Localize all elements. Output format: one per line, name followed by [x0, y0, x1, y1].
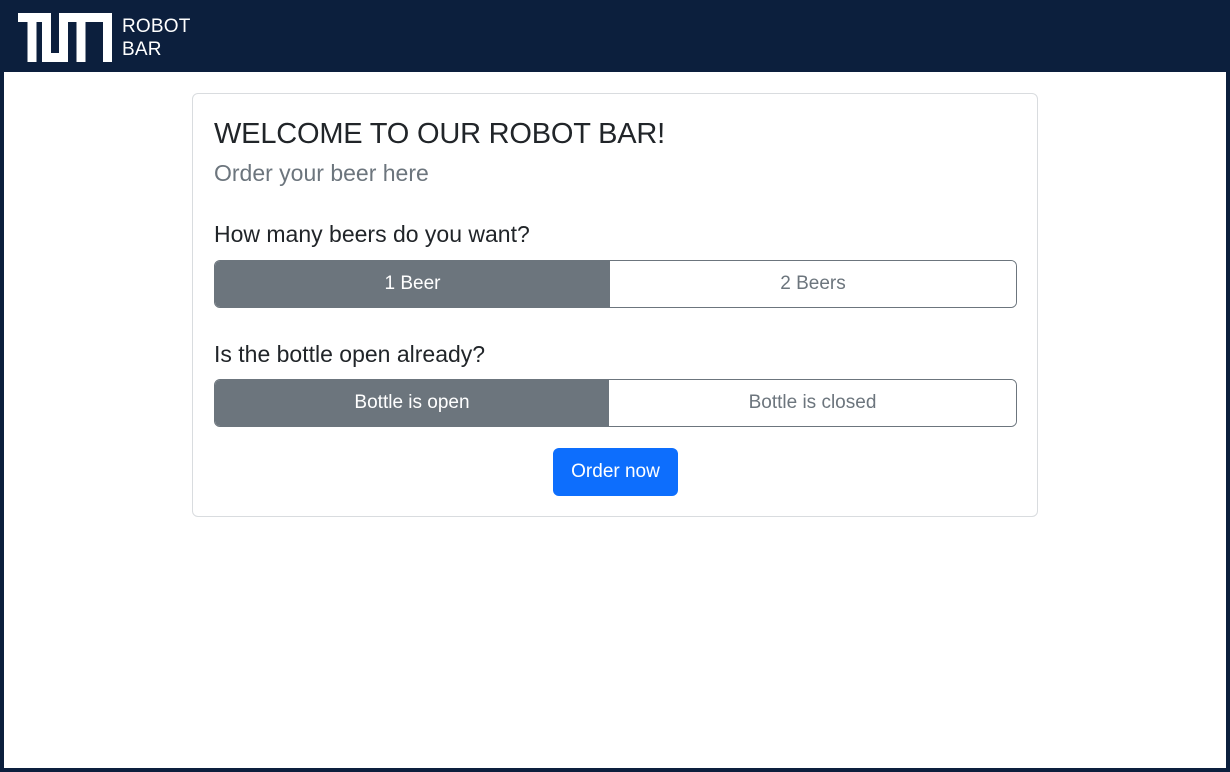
page-subtitle: Order your beer here: [214, 160, 429, 186]
bottle-state-question: Is the bottle open already?: [214, 341, 486, 367]
main-content: WELCOME TO OUR ROBOT BAR! Order your bee…: [4, 72, 1226, 768]
brand-line-1: ROBOT: [122, 16, 191, 37]
beer-count-toggle-group: 1 Beer 2 Beers: [214, 260, 1017, 308]
tum-logo-icon: [18, 13, 112, 62]
bottle-state-toggle-group: Bottle is open Bottle is closed: [214, 379, 1017, 427]
order-now-button[interactable]: Order now: [553, 448, 678, 496]
app-window: ROBOT BAR WELCOME TO OUR ROBOT BAR! Orde…: [0, 0, 1230, 772]
one-beer-option[interactable]: 1 Beer: [215, 261, 610, 307]
bottle-closed-option[interactable]: Bottle is closed: [609, 380, 1016, 426]
navbar: ROBOT BAR: [0, 0, 1230, 72]
beer-count-question: How many beers do you want?: [214, 221, 530, 247]
order-card: WELCOME TO OUR ROBOT BAR! Order your bee…: [192, 93, 1038, 517]
brand-line-2: BAR: [122, 39, 162, 60]
page-title: WELCOME TO OUR ROBOT BAR!: [214, 118, 666, 150]
two-beers-option[interactable]: 2 Beers: [610, 261, 1016, 307]
brand-name: ROBOT BAR: [122, 15, 191, 61]
bottle-open-option[interactable]: Bottle is open: [215, 380, 609, 426]
